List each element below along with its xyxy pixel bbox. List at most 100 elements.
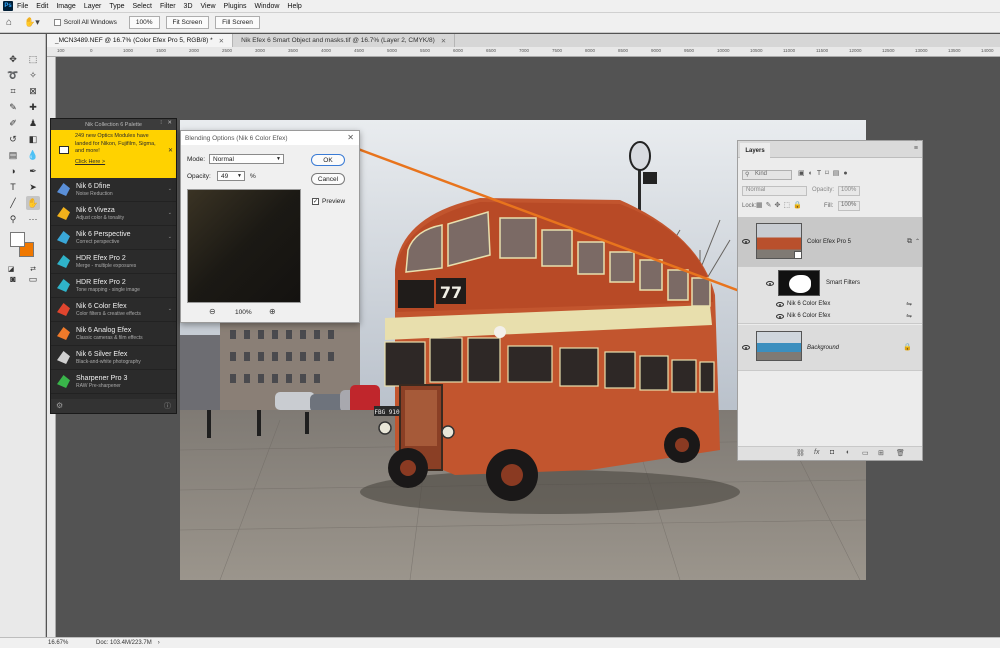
visibility-eye-icon[interactable] (776, 314, 784, 319)
dodge-tool-icon[interactable]: ◑ (6, 164, 20, 178)
nik-tool-item[interactable]: Nik 6 Viveza Adjust color & tonality ⌄ (51, 202, 176, 226)
adjustment-layer-icon[interactable]: ◐ (846, 449, 850, 456)
zoom-tool-icon[interactable]: ⚲ (6, 212, 20, 226)
tab-layers[interactable]: Layers (740, 143, 770, 158)
menu-edit[interactable]: Edit (36, 3, 48, 10)
chevron-down-icon[interactable]: ⌄ (168, 306, 172, 312)
new-layer-icon[interactable]: ⊞ (878, 449, 884, 457)
history-brush-tool-icon[interactable]: ↺ (6, 132, 20, 146)
crop-tool-icon[interactable]: ⌗ (6, 84, 20, 98)
lock-artboard-icon[interactable]: ⬚ (783, 202, 793, 209)
filter-type-icon[interactable]: T (817, 170, 825, 177)
blending-options-icon[interactable]: ⇋ (906, 312, 912, 320)
nik-tool-item[interactable]: Sharpener Pro 3 RAW Pre-sharpener (51, 370, 176, 394)
path-selection-tool-icon[interactable]: ➤ (26, 180, 40, 194)
fill-screen-button[interactable]: Fill Screen (215, 16, 260, 29)
doc-size[interactable]: Doc: 103.4M/223.7M (96, 640, 152, 646)
collapse-icon[interactable]: » (915, 137, 918, 143)
mode-select[interactable]: Normal ▼ (209, 154, 284, 164)
horizontal-ruler[interactable]: 100 0 1000 1500 2000 2500 3000 3500 4000 4500 5000… (47, 47, 1000, 57)
move-tool-icon[interactable]: ✥ (6, 52, 20, 66)
new-group-icon[interactable]: ▭ (862, 449, 869, 457)
lock-transparent-icon[interactable]: ▦ (756, 202, 766, 209)
healing-brush-tool-icon[interactable]: ✚ (26, 100, 40, 114)
home-icon[interactable]: ⌂ (6, 17, 12, 28)
filter-shape-icon[interactable]: ⌑ (825, 170, 833, 177)
add-mask-icon[interactable]: ◘ (830, 449, 834, 456)
smart-filter-name[interactable]: Nik 6 Color Efex (787, 313, 830, 319)
chevron-down-icon[interactable]: ▼ (237, 173, 242, 179)
lasso-tool-icon[interactable]: ➰ (6, 68, 20, 82)
menu-image[interactable]: Image (56, 3, 75, 10)
chevron-down-icon[interactable]: ⌄ (168, 186, 172, 192)
marquee-tool-icon[interactable]: ⬚ (26, 52, 40, 66)
preview-checkbox[interactable]: ✓ (312, 198, 319, 205)
settings-gear-icon[interactable]: ⚙ (56, 401, 63, 410)
zoom-in-icon[interactable]: ⊕ (269, 307, 276, 316)
menu-select[interactable]: Select (133, 3, 152, 10)
close-icon[interactable]: ✕ (167, 120, 172, 126)
pen-tool-icon[interactable]: ✒ (26, 164, 40, 178)
hand-tool-icon[interactable]: ✋ (26, 196, 40, 210)
close-icon[interactable]: ✕ (347, 133, 354, 142)
help-icon[interactable]: ⓘ (164, 401, 171, 411)
fill-input[interactable]: 100% (838, 201, 860, 211)
gradient-tool-icon[interactable]: ▤ (6, 148, 20, 162)
tab-document-1[interactable]: _MCN3489.NEF @ 16.7% (Color Efex Pro 5, … (47, 34, 234, 47)
layer-name[interactable]: Background (807, 345, 839, 351)
close-icon[interactable]: ✕ (168, 148, 173, 156)
filter-smart-object-icon[interactable]: ▤ (833, 170, 844, 177)
nik-tool-item[interactable]: HDR Efex Pro 2 Tone mapping - single imag… (51, 274, 176, 298)
nik-banner-link[interactable]: Click Here > (75, 159, 164, 167)
fit-screen-button[interactable]: Fit Screen (165, 16, 210, 29)
menu-window[interactable]: Window (255, 3, 280, 10)
link-layers-icon[interactable]: ⛓ (796, 449, 805, 457)
menu-view[interactable]: View (201, 3, 216, 10)
lock-all-icon[interactable]: 🔒 (793, 202, 805, 209)
layer-name[interactable]: Smart Filters (826, 280, 860, 286)
cancel-button[interactable]: Cancel (311, 173, 345, 185)
nik-tool-item[interactable]: Nik 6 Dfine Noise Reduction ⌄ (51, 178, 176, 202)
chevron-right-icon[interactable]: › (158, 640, 160, 646)
hand-tool-preset-icon[interactable]: ✋▾ (24, 17, 40, 28)
zoom-level[interactable]: 16.67% (48, 640, 86, 646)
eyedropper-tool-icon[interactable]: ✎ (6, 100, 20, 114)
eraser-tool-icon[interactable]: ◧ (26, 132, 40, 146)
zoom-100-button[interactable]: 100% (128, 16, 160, 29)
clone-stamp-tool-icon[interactable]: ♟ (26, 116, 40, 130)
nik-tool-item[interactable]: HDR Efex Pro 2 Merge - multiple exposures (51, 250, 176, 274)
line-tool-icon[interactable]: ╱ (6, 196, 20, 210)
smart-filter-mask-thumbnail[interactable] (778, 270, 820, 296)
blend-preview-image[interactable] (187, 189, 301, 303)
menu-help[interactable]: Help (287, 3, 301, 10)
zoom-out-icon[interactable]: ⊖ (209, 307, 216, 316)
nik-tool-item[interactable]: Nik 6 Perspective Correct perspective ⌄ (51, 226, 176, 250)
menu-file[interactable]: File (17, 3, 28, 10)
brush-tool-icon[interactable]: ✐ (6, 116, 20, 130)
visibility-eye-icon[interactable] (742, 345, 750, 350)
smart-filter-row[interactable]: Nik 6 Color Efex ⇋ (738, 299, 922, 311)
layer-name[interactable]: Color Efex Pro 5 (807, 239, 851, 245)
filter-toggle-icon[interactable]: ● (843, 170, 851, 177)
menu-layer[interactable]: Layer (84, 3, 102, 10)
blur-tool-icon[interactable]: 💧 (26, 148, 40, 162)
menu-type[interactable]: Type (109, 3, 124, 10)
chevron-down-icon[interactable]: ⌄ (168, 234, 172, 240)
menu-3d[interactable]: 3D (184, 3, 193, 10)
smart-filter-name[interactable]: Nik 6 Color Efex (787, 301, 830, 307)
delete-layer-icon[interactable]: 🗑 (896, 449, 905, 457)
nik-tool-item[interactable]: Nik 6 Analog Efex Classic cameras & film … (51, 322, 176, 346)
nik-tool-item[interactable]: Nik 6 Color Efex Color filters & creative… (51, 298, 176, 322)
blend-mode-select[interactable]: Normal (742, 186, 807, 196)
close-icon[interactable]: ✕ (441, 37, 446, 45)
close-icon[interactable]: ✕ (219, 37, 224, 45)
visibility-eye-icon[interactable] (776, 302, 784, 307)
dialog-titlebar[interactable]: Blending Options (Nik 6 Color Efex) ✕ (181, 131, 359, 145)
foreground-color-swatch[interactable] (10, 232, 25, 247)
quick-mask-icon[interactable]: ◙ (6, 272, 20, 286)
frame-tool-icon[interactable]: ⊠ (26, 84, 40, 98)
smart-filter-row[interactable]: Nik 6 Color Efex ⇋ (738, 311, 922, 324)
visibility-eye-icon[interactable] (766, 281, 774, 286)
more-tools-icon[interactable]: ··· (26, 212, 40, 226)
layer-opacity-input[interactable]: 100% (838, 186, 860, 196)
